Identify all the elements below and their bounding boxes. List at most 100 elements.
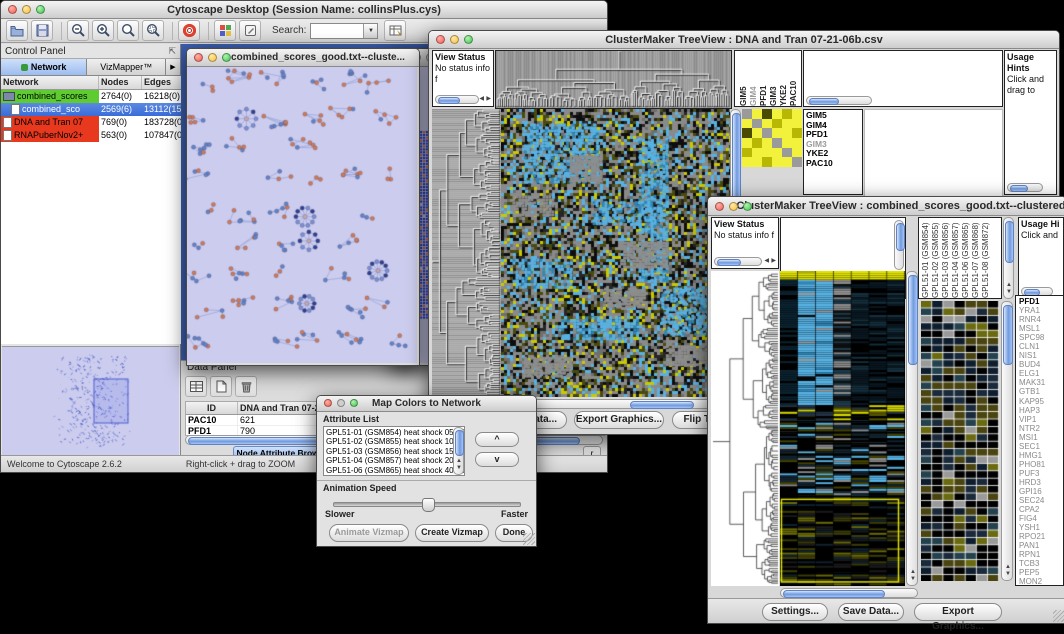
close-button[interactable] [715, 202, 724, 211]
matrix-cell[interactable] [762, 109, 772, 119]
close-button[interactable] [324, 399, 332, 407]
resize-grip[interactable] [1053, 610, 1064, 622]
attribute-list-item[interactable]: GPL51-06 (GSM865) heat shock 40 min [326, 466, 462, 475]
animate-vizmap-button[interactable]: Animate Vizmap [329, 524, 409, 542]
network-list-row[interactable]: RNAPuberNov2+563(0)107847(0) [1, 129, 181, 142]
move-up-button[interactable]: ^ [475, 432, 519, 447]
tv2-gene-label[interactable]: PUF3 [1019, 469, 1060, 478]
tv2-gene-label[interactable]: MSI1 [1019, 433, 1060, 442]
open-file-icon[interactable] [6, 20, 28, 41]
tab-overflow-arrow[interactable]: ▶ [166, 59, 180, 75]
tv2-gene-label[interactable]: SEC24 [1019, 496, 1060, 505]
create-vizmap-button[interactable]: Create Vizmap [415, 524, 489, 542]
tv2-gene-label[interactable]: PFD1 [1019, 297, 1060, 306]
tv2-gene-label[interactable]: TCB3 [1019, 559, 1060, 568]
tv2-gene-label[interactable]: GTB1 [1019, 387, 1060, 396]
tv2-heatmap-vscrollbar[interactable]: ▲ ▼ [906, 271, 918, 586]
scroll-left-icon[interactable]: ◀ [479, 96, 484, 103]
scroll-up-icon[interactable]: ▲ [910, 569, 916, 576]
tv2-zoom-heatmap-canvas[interactable] [921, 301, 999, 581]
close-button[interactable] [8, 5, 17, 14]
attribute-list-item[interactable]: GPL51-03 (GSM856) heat shock 15 min [326, 447, 462, 456]
scroll-down-icon[interactable]: ▼ [910, 576, 916, 583]
matrix-cell[interactable] [752, 109, 762, 119]
tv2-gene-label[interactable]: SPC98 [1019, 333, 1060, 342]
tv2-gene-label[interactable]: VIP1 [1019, 415, 1060, 424]
attribute-list-vscrollbar[interactable]: ▲ ▼ [453, 427, 464, 475]
matrix-cell[interactable] [782, 109, 792, 119]
matrix-cell[interactable] [782, 138, 792, 148]
minimize-button[interactable] [208, 53, 217, 62]
tv2-gene-label[interactable]: RPN1 [1019, 550, 1060, 559]
tab-vizmapper[interactable]: VizMapper™ [87, 59, 166, 75]
matrix-cell[interactable] [792, 148, 802, 158]
tv2-status-hscrollbar[interactable] [714, 257, 762, 266]
minimize-button[interactable] [729, 202, 738, 211]
minimize-button[interactable] [22, 5, 31, 14]
table-mode-icon[interactable] [185, 376, 207, 397]
tv2-heatmap-canvas[interactable] [780, 271, 905, 586]
vizmapper-icon[interactable] [214, 20, 236, 41]
export-graphics-button[interactable]: Export Graphics... [914, 603, 1002, 621]
matrix-cell[interactable] [782, 148, 792, 158]
network-list-row[interactable]: DNA and Tran 07769(0)183728(0) [1, 116, 181, 129]
matrix-cell[interactable] [742, 157, 752, 167]
tv2-gene-label[interactable]: MON2 [1019, 577, 1060, 586]
zoom-button[interactable] [464, 35, 473, 44]
minimize-button[interactable] [450, 35, 459, 44]
matrix-cell[interactable] [792, 138, 802, 148]
tv1-column-dendrogram[interactable] [495, 50, 732, 109]
attribute-list-item[interactable]: GPL51-04 (GSM857) heat shock 20 min [326, 456, 462, 465]
matrix-cell[interactable] [782, 119, 792, 129]
tv1-zoom-matrix[interactable] [742, 109, 802, 167]
birdseye-view[interactable] [2, 346, 179, 455]
zoom-selected-icon[interactable] [117, 20, 139, 41]
network-list-row[interactable]: combined_scores2764(0)16218(0) [1, 90, 181, 103]
search-combobox[interactable]: ▼ [310, 23, 378, 39]
scroll-up-icon[interactable]: ▲ [1006, 282, 1012, 289]
tv1-gene-label[interactable]: PAC10 [806, 159, 860, 169]
matrix-cell[interactable] [772, 148, 782, 158]
network1-canvas[interactable] [187, 67, 417, 363]
matrix-cell[interactable] [742, 109, 752, 119]
tv2-gene-label[interactable]: YRA1 [1019, 306, 1060, 315]
tv2-gene-label[interactable]: NTR2 [1019, 424, 1060, 433]
tv2-gene-label[interactable]: HMG1 [1019, 451, 1060, 460]
zoom-out-icon[interactable] [67, 20, 89, 41]
main-titlebar[interactable]: Cytoscape Desktop (Session Name: collins… [1, 1, 607, 19]
treeview1-titlebar[interactable]: ClusterMaker TreeView : DNA and Tran 07-… [429, 31, 1059, 49]
matrix-cell[interactable] [772, 157, 782, 167]
matrix-cell[interactable] [762, 119, 772, 129]
matrix-cell[interactable] [762, 148, 772, 158]
matrix-cell[interactable] [742, 138, 752, 148]
matrix-cell[interactable] [762, 128, 772, 138]
tv2-gene-label[interactable]: PHO81 [1019, 460, 1060, 469]
tv2-gene-label[interactable]: RPO21 [1019, 532, 1060, 541]
tv1-heatmap-canvas[interactable] [501, 109, 730, 397]
resize-grip[interactable] [523, 533, 535, 545]
tv2-gene-label[interactable]: NIS1 [1019, 351, 1060, 360]
zoom-button[interactable] [743, 202, 752, 211]
zoom-button[interactable] [36, 5, 45, 14]
matrix-cell[interactable] [742, 128, 752, 138]
tv2-gene-label[interactable]: KAP95 [1019, 397, 1060, 406]
tv1-usage-hscrollbar[interactable] [1007, 183, 1043, 192]
dialog-titlebar[interactable]: Map Colors to Network [317, 396, 536, 412]
zoom-fit-icon[interactable] [142, 20, 164, 41]
tv1-gene-dendrogram[interactable] [432, 109, 501, 397]
tv2-gene-label[interactable]: PAN1 [1019, 541, 1060, 550]
tv2-gene-label[interactable]: ELG1 [1019, 369, 1060, 378]
new-attribute-icon[interactable] [210, 376, 232, 397]
tv2-gene-label[interactable]: RNR4 [1019, 315, 1060, 324]
speed-slider[interactable] [333, 502, 521, 507]
save-icon[interactable] [31, 20, 53, 41]
tv2-gene-label[interactable]: MSL1 [1019, 324, 1060, 333]
matrix-cell[interactable] [762, 138, 772, 148]
tv2-gene-label[interactable]: PEP5 [1019, 568, 1060, 577]
tv2-gene-label[interactable]: FIG4 [1019, 514, 1060, 523]
scroll-right-icon[interactable]: ▶ [771, 258, 776, 265]
chevron-down-icon[interactable]: ▼ [363, 24, 377, 38]
matrix-cell[interactable] [752, 119, 762, 129]
matrix-cell[interactable] [752, 138, 762, 148]
scroll-up-icon[interactable]: ▲ [1005, 564, 1011, 571]
